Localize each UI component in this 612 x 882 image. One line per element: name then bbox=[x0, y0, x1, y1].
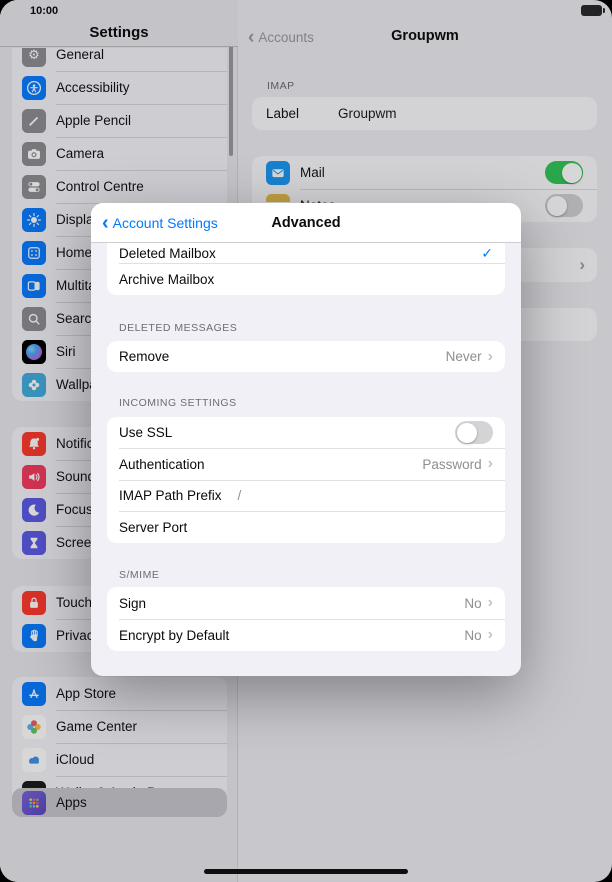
encrypt-by-default-row[interactable]: Encrypt by Default No › bbox=[107, 619, 505, 651]
smime-card: Sign No › Encrypt by Default No › bbox=[107, 587, 505, 651]
row-value: Never bbox=[446, 349, 482, 364]
back-button-account-settings[interactable]: ‹ Account Settings bbox=[102, 203, 218, 242]
mailbox-card: Deleted Mailbox ✓ Archive Mailbox bbox=[107, 243, 505, 295]
archive-mailbox-row[interactable]: Archive Mailbox bbox=[107, 263, 505, 295]
row-value: No bbox=[464, 596, 481, 611]
section-header-deleted-messages: DELETED MESSAGES bbox=[119, 322, 237, 334]
chevron-left-icon: ‹ bbox=[102, 216, 109, 230]
authentication-row[interactable]: Authentication Password › bbox=[107, 448, 505, 480]
remove-row[interactable]: Remove Never › bbox=[107, 341, 505, 372]
row-label: IMAP Path Prefix bbox=[119, 488, 222, 503]
deleted-messages-card: Remove Never › bbox=[107, 341, 505, 372]
row-label: Use SSL bbox=[119, 425, 172, 440]
row-label: Sign bbox=[119, 596, 146, 611]
advanced-settings-modal: ‹ Account Settings Advanced Deleted Mail… bbox=[91, 203, 521, 676]
row-label: Encrypt by Default bbox=[119, 628, 229, 643]
deleted-mailbox-row[interactable]: Deleted Mailbox ✓ bbox=[107, 243, 505, 263]
imap-path-prefix-row[interactable]: IMAP Path Prefix / bbox=[107, 480, 505, 511]
chevron-right-icon: › bbox=[488, 595, 493, 611]
checkmark-icon: ✓ bbox=[481, 245, 493, 262]
incoming-settings-card: Use SSL Authentication Password › IMAP P… bbox=[107, 417, 505, 543]
imap-path-prefix-value[interactable]: / bbox=[238, 488, 242, 503]
sign-row[interactable]: Sign No › bbox=[107, 587, 505, 619]
server-port-row[interactable]: Server Port bbox=[107, 511, 505, 543]
chevron-right-icon: › bbox=[488, 456, 493, 472]
ipad-settings-screen: 10:00 Settings ⚙ General Accessibility bbox=[0, 0, 612, 882]
section-header-incoming-settings: INCOMING SETTINGS bbox=[119, 397, 237, 409]
row-label: Authentication bbox=[119, 457, 205, 472]
modal-title: Advanced bbox=[271, 215, 340, 231]
chevron-right-icon: › bbox=[488, 627, 493, 643]
row-label: Remove bbox=[119, 349, 169, 364]
row-label: Deleted Mailbox bbox=[119, 246, 216, 261]
row-value: Password bbox=[422, 457, 481, 472]
section-header-smime: S/MIME bbox=[119, 569, 159, 581]
home-indicator[interactable] bbox=[204, 869, 408, 874]
row-label: Server Port bbox=[119, 520, 187, 535]
modal-header: ‹ Account Settings Advanced bbox=[91, 203, 521, 243]
chevron-right-icon: › bbox=[488, 349, 493, 365]
row-label: Archive Mailbox bbox=[119, 272, 214, 287]
row-value: No bbox=[464, 628, 481, 643]
back-label: Account Settings bbox=[113, 215, 218, 231]
use-ssl-row: Use SSL bbox=[107, 417, 505, 448]
use-ssl-toggle[interactable] bbox=[455, 421, 493, 444]
